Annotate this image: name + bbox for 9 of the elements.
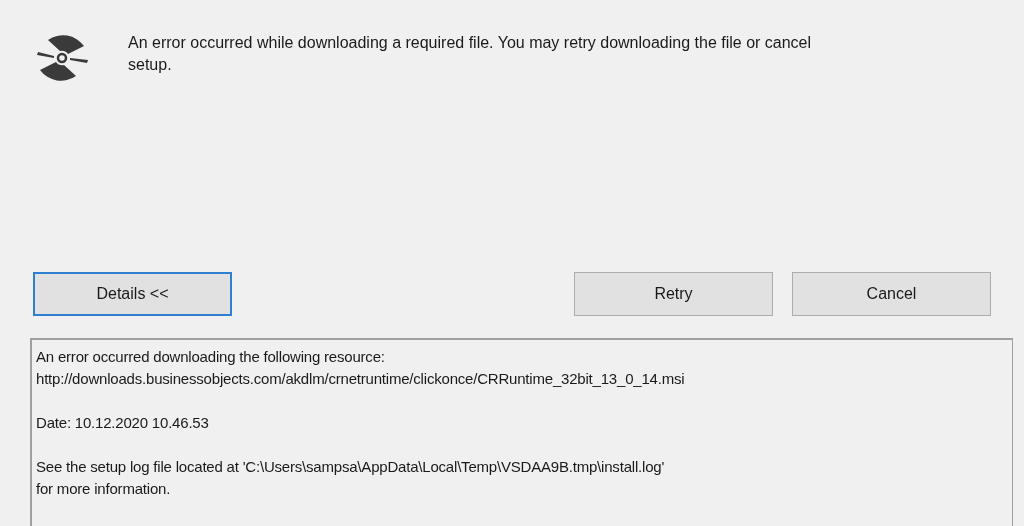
details-line: for more information. xyxy=(36,479,172,499)
dialog-button[interactable]: Cancel xyxy=(792,272,991,316)
dialog-button[interactable]: Retry xyxy=(574,272,773,316)
details-line: http://downloads.businessobjects.com/akdlm/crnetruntime/clickonce/CRRuntime_32bit_13_0_14.msi xyxy=(36,369,686,389)
dialog-button[interactable]: Details << xyxy=(33,272,232,316)
details-line: Date: 10.12.2020 10.46.53 xyxy=(36,413,210,433)
details-line: See the setup log file located at 'C:\Users\sampsa\AppData\Local\Temp\VSDAA9B.tmp\install.log' xyxy=(36,457,666,477)
error-message: An error occurred while downloading a required file. You may retry downloading the file or cancel setup. xyxy=(128,33,813,75)
details-line: An error occurred downloading the following resource: xyxy=(36,347,386,367)
